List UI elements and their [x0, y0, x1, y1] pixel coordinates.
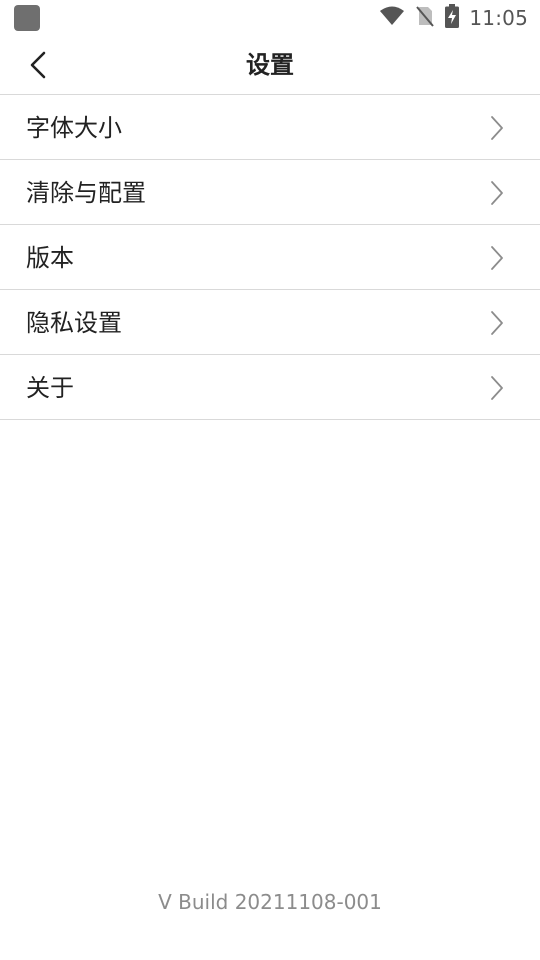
settings-list: 字体大小 清除与配置 版本 隐私设置 关于	[0, 95, 540, 420]
battery-charging-icon	[445, 4, 460, 32]
chevron-left-icon	[30, 51, 46, 83]
status-indicators: 11:05	[379, 0, 528, 36]
settings-item-privacy[interactable]: 隐私设置	[0, 290, 540, 355]
settings-item-version[interactable]: 版本	[0, 225, 540, 290]
chevron-right-icon	[490, 180, 504, 206]
settings-item-clear-config[interactable]: 清除与配置	[0, 160, 540, 225]
settings-item-label: 版本	[26, 244, 74, 272]
wifi-icon	[379, 6, 405, 30]
settings-item-label: 清除与配置	[26, 179, 146, 207]
settings-item-label: 关于	[26, 374, 74, 402]
status-bar: 11:05	[0, 0, 540, 36]
settings-item-label: 字体大小	[26, 114, 122, 142]
page-title: 设置	[246, 51, 294, 79]
build-version: V Build 20211108-001	[158, 890, 382, 914]
settings-item-font-size[interactable]: 字体大小	[0, 95, 540, 160]
settings-item-about[interactable]: 关于	[0, 355, 540, 420]
status-time: 11:05	[469, 6, 528, 30]
header-bar: 设置	[0, 36, 540, 95]
chevron-right-icon	[490, 115, 504, 141]
settings-item-label: 隐私设置	[26, 309, 122, 337]
no-sim-icon	[415, 5, 435, 31]
app-icon	[14, 5, 40, 31]
chevron-right-icon	[490, 245, 504, 271]
chevron-right-icon	[490, 375, 504, 401]
chevron-right-icon	[490, 310, 504, 336]
back-button[interactable]	[18, 48, 58, 86]
